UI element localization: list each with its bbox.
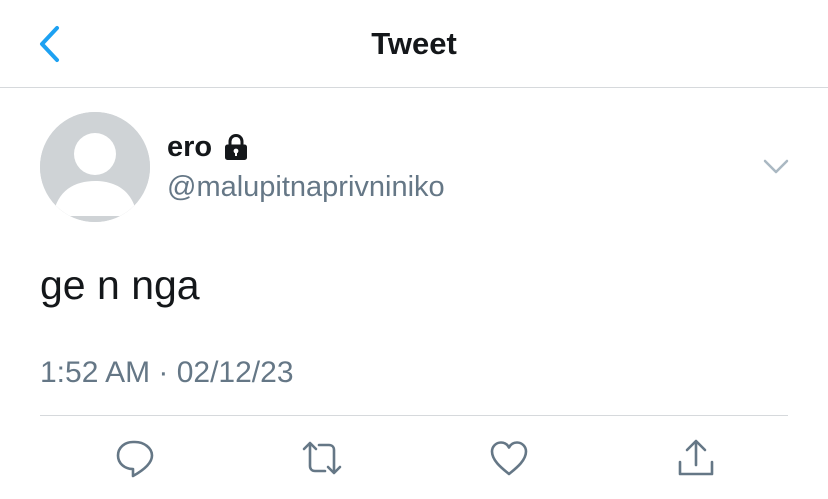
author-name-row: ero <box>167 129 251 165</box>
tweet-menu-button[interactable] <box>758 150 794 182</box>
reply-button[interactable] <box>113 436 157 480</box>
chevron-down-icon <box>763 159 789 174</box>
heart-icon <box>490 441 528 476</box>
retweet-icon <box>302 441 342 475</box>
like-button[interactable] <box>487 436 531 480</box>
navigation-bar: Tweet <box>0 0 828 88</box>
tweet-timestamp[interactable]: 1:52 AM · 02/12/23 <box>40 354 294 392</box>
back-button[interactable] <box>30 22 70 66</box>
chevron-left-icon <box>40 26 59 62</box>
share-button[interactable] <box>674 436 718 480</box>
tweet-detail-screen: Tweet ero @malupitnaprivniniko ge n nga … <box>0 0 828 499</box>
divider <box>40 415 788 416</box>
avatar[interactable] <box>40 112 150 222</box>
page-title: Tweet <box>371 26 457 61</box>
display-name[interactable]: ero <box>167 129 212 165</box>
share-icon <box>678 439 714 476</box>
retweet-button[interactable] <box>300 436 344 480</box>
tweet-text: ge n nga <box>40 262 200 308</box>
reply-icon <box>116 440 154 478</box>
username[interactable]: @malupitnaprivniniko <box>167 169 445 205</box>
default-avatar-icon <box>40 112 150 222</box>
lock-icon <box>225 133 248 160</box>
